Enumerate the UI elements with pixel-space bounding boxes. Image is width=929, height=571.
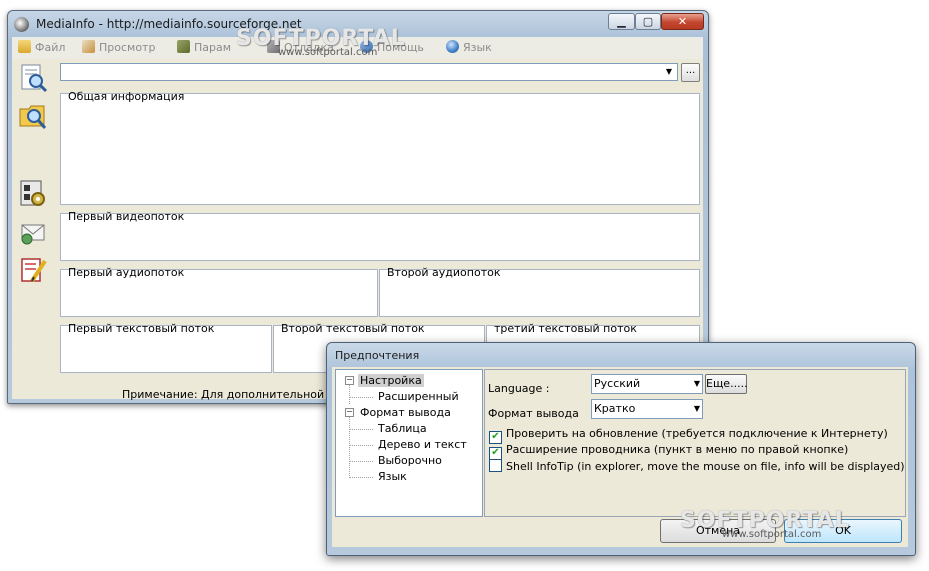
tree-item-output-format[interactable]: Формат вывода: [360, 406, 451, 419]
language-select[interactable]: Русский ▼: [591, 374, 703, 394]
menu-options-label: Парам: [194, 41, 232, 54]
email-icon[interactable]: [18, 217, 48, 247]
output-format-label: Формат вывода: [488, 407, 579, 420]
panel-text1-label: Первый текстовый поток: [68, 322, 215, 335]
tree-item-tree-text[interactable]: Дерево и текст: [378, 438, 467, 451]
options-icon: [177, 40, 190, 53]
minimize-button[interactable]: ▁: [608, 13, 635, 30]
file-combo[interactable]: ▼: [60, 63, 678, 81]
panel-audio1: Первый аудиопоток: [60, 266, 378, 317]
menu-debug-label: Отладка: [284, 41, 334, 54]
shell-infotip-checkbox[interactable]: [489, 459, 502, 472]
options-panel: Language : Русский ▼ Еще..... Формат выв…: [484, 369, 906, 517]
panel-general-label: Общая информация: [68, 90, 185, 103]
folder-icon: [18, 40, 31, 53]
shell-extension-label: Расширение проводника (пункт в меню по п…: [506, 443, 849, 456]
menu-view[interactable]: Просмотр: [82, 40, 155, 56]
panel-text3-label: третий текстовый поток: [494, 322, 637, 335]
shell-infotip-option[interactable]: Shell InfoTip (in explorer, move the mou…: [489, 459, 905, 473]
view-icon: [82, 40, 95, 53]
title-bar[interactable]: MediaInfo - http://mediainfo.sourceforge…: [8, 11, 708, 37]
panel-audio1-label: Первый аудиопоток: [68, 266, 185, 279]
maximize-button[interactable]: ▢: [635, 13, 661, 30]
tree-item-advanced[interactable]: Расширенный: [378, 390, 459, 403]
close-button[interactable]: ✕: [661, 13, 704, 30]
panel-video1-label: Первый видеопоток: [68, 210, 185, 223]
language-label: Language :: [488, 382, 550, 395]
check-updates-option[interactable]: ✔ Проверить на обновление (требуется подк…: [489, 427, 888, 444]
check-updates-label: Проверить на обновление (требуется подкл…: [506, 427, 888, 440]
chevron-down-icon[interactable]: ▼: [662, 65, 676, 79]
left-toolbar: [12, 59, 56, 399]
app-icon: [14, 17, 29, 32]
menu-file[interactable]: Файл: [18, 40, 65, 56]
panel-text2-label: Второй текстовый поток: [281, 322, 425, 335]
output-format-select-value: Кратко: [594, 402, 636, 415]
settings-tree: − Настройка Расширенный − Формат вывода …: [335, 369, 483, 517]
edit-notes-icon[interactable]: [18, 255, 48, 285]
tree-item-custom[interactable]: Выборочно: [378, 454, 442, 467]
chevron-down-icon: ▼: [693, 404, 700, 413]
preferences-dialog: Предпочтения − Настройка Расширенный − Ф…: [326, 342, 916, 556]
tree-item-language[interactable]: Язык: [378, 470, 407, 483]
browse-button[interactable]: ...: [681, 63, 700, 82]
menu-help[interactable]: Помощь: [360, 40, 424, 56]
collapse-icon[interactable]: −: [345, 376, 354, 385]
globe-icon: [446, 40, 459, 53]
menu-view-label: Просмотр: [99, 41, 156, 54]
menu-help-label: Помощь: [377, 41, 424, 54]
chevron-down-icon: ▼: [693, 379, 700, 388]
preferences-icon[interactable]: [18, 179, 48, 209]
panel-video1: Первый видеопоток: [60, 210, 700, 261]
open-file-icon[interactable]: [18, 63, 48, 93]
menu-bar: Файл Просмотр Парам Отладка Помощь Язык: [12, 37, 703, 59]
panel-text1: Первый текстовый поток: [60, 322, 272, 373]
collapse-icon[interactable]: −: [345, 408, 354, 417]
tree-item-setup[interactable]: Настройка: [358, 374, 424, 387]
ok-button[interactable]: OK: [784, 519, 902, 543]
menu-language-label: Язык: [463, 41, 492, 54]
shell-infotip-label: Shell InfoTip (in explorer, move the mou…: [506, 460, 905, 473]
footer-note: Примечание: Для дополнительной и: [122, 388, 335, 401]
dialog-title: Предпочтения: [335, 349, 420, 362]
panel-audio2-label: Второй аудиопоток: [387, 266, 501, 279]
panel-general: Общая информация: [60, 90, 700, 205]
debug-icon: [267, 40, 280, 53]
menu-options[interactable]: Парам: [177, 40, 231, 56]
menu-language[interactable]: Язык: [446, 40, 492, 56]
more-languages-button[interactable]: Еще.....: [705, 374, 748, 394]
window-title: MediaInfo - http://mediainfo.sourceforge…: [36, 17, 302, 31]
output-format-select[interactable]: Кратко ▼: [591, 399, 703, 419]
menu-file-label: Файл: [35, 41, 66, 54]
tree-item-table[interactable]: Таблица: [378, 422, 427, 435]
language-select-value: Русский: [594, 377, 641, 390]
dialog-client: − Настройка Расширенный − Формат вывода …: [332, 367, 908, 547]
cancel-button[interactable]: Отмена: [660, 519, 776, 543]
panel-audio2: Второй аудиопоток: [379, 266, 700, 317]
menu-debug[interactable]: Отладка: [267, 40, 334, 56]
open-folder-icon[interactable]: [18, 101, 48, 131]
shell-extension-option[interactable]: ✔ Расширение проводника (пункт в меню по …: [489, 443, 849, 460]
help-icon: [360, 40, 373, 53]
